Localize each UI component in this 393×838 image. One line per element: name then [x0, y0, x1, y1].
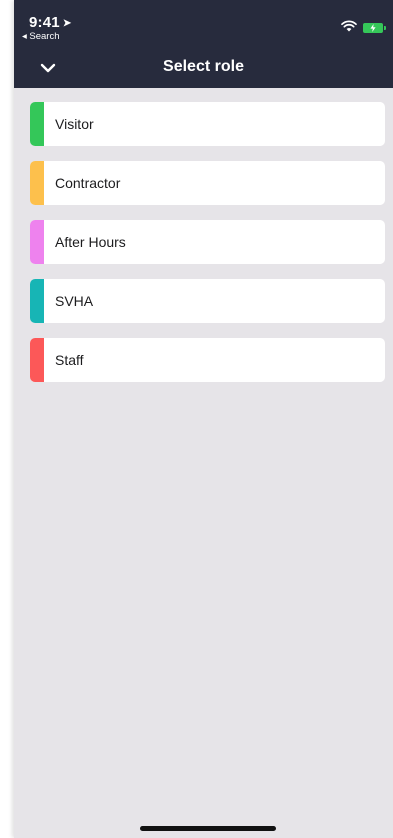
- role-item-staff[interactable]: Staff: [30, 338, 385, 382]
- role-color-swatch: [30, 220, 44, 264]
- role-label: After Hours: [55, 234, 126, 250]
- wifi-icon: [341, 19, 357, 37]
- role-label: SVHA: [55, 293, 94, 309]
- role-color-swatch: [30, 102, 44, 146]
- role-item-after-hours[interactable]: After Hours: [30, 220, 385, 264]
- time-text: 9:41: [29, 14, 60, 31]
- battery-charging-icon: [363, 23, 386, 33]
- role-item-contractor[interactable]: Contractor: [30, 161, 385, 205]
- status-icons: [341, 19, 386, 37]
- role-list: Visitor Contractor After Hours SVHA Staf…: [30, 102, 385, 397]
- role-label: Staff: [55, 352, 84, 368]
- role-item-visitor[interactable]: Visitor: [30, 102, 385, 146]
- role-color-swatch: [30, 338, 44, 382]
- role-color-swatch: [30, 161, 44, 205]
- header: 9:41 ➤ ◂ Search Select role: [14, 0, 393, 88]
- home-indicator[interactable]: [140, 826, 276, 831]
- app-screen: 9:41 ➤ ◂ Search Select role Visitor Cont…: [14, 0, 393, 838]
- role-label: Contractor: [55, 175, 121, 191]
- status-time: 9:41 ➤: [29, 14, 71, 31]
- nav-bar: Select role: [14, 48, 393, 88]
- role-label: Visitor: [55, 116, 94, 132]
- page-title: Select role: [163, 58, 244, 75]
- location-arrow-icon: ➤: [62, 18, 72, 29]
- role-item-svha[interactable]: SVHA: [30, 279, 385, 323]
- role-color-swatch: [30, 279, 44, 323]
- back-to-app-link[interactable]: ◂ Search: [22, 31, 60, 42]
